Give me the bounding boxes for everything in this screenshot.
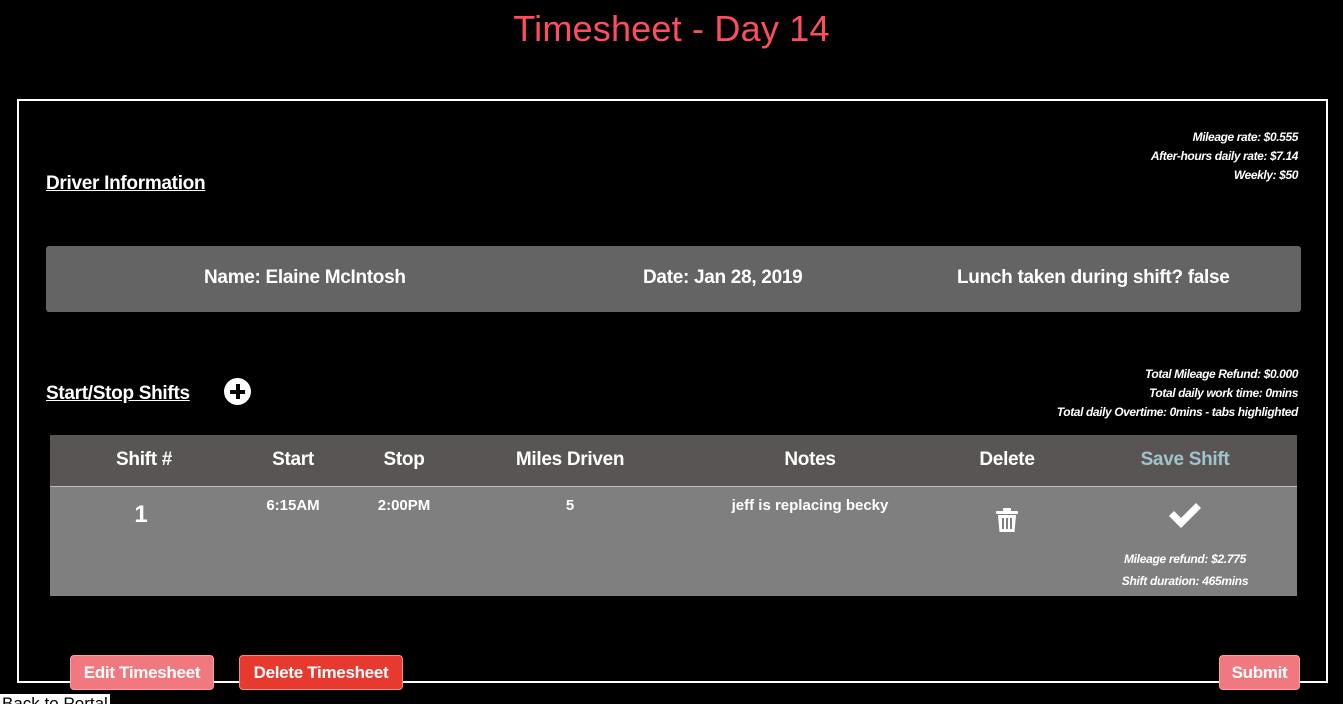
shifts-table: Shift # Start Stop Miles Driven Notes De… (50, 435, 1297, 596)
delete-timesheet-button[interactable]: Delete Timesheet (239, 655, 403, 690)
trash-icon[interactable] (995, 507, 1019, 533)
column-header-save-shift: Save Shift (1140, 449, 1230, 470)
total-work-time: Total daily work time: 0mins (1148, 386, 1298, 400)
column-header-stop: Stop (383, 449, 425, 470)
after-hours-rate: After-hours daily rate: $7.14 (1150, 149, 1299, 163)
shift-stop-time: 2:00PM (377, 497, 431, 514)
shift-mileage-refund: Mileage refund: $2.775 (1123, 552, 1247, 566)
column-header-start: Start (272, 449, 314, 470)
shift-start-time: 6:15AM (266, 497, 320, 514)
timesheet-date: Date: Jan 28, 2019 (643, 267, 803, 288)
driver-name: Name: Elaine McIntosh (204, 267, 406, 288)
shift-meta: Mileage refund: $2.775 Shift duration: 4… (1095, 548, 1275, 592)
driver-info-bar: Name: Elaine McIntosh Date: Jan 28, 2019… (46, 246, 1301, 312)
shift-number: 1 (134, 501, 148, 528)
column-header-delete: Delete (979, 449, 1035, 470)
rates-info: Mileage rate: $0.555 After-hours daily r… (1150, 128, 1299, 185)
lunch-status: Lunch taken during shift? false (957, 267, 1230, 288)
back-to-portal-link[interactable]: Back to Portal (0, 694, 110, 704)
weekly-rate: Weekly: $50 (1233, 168, 1298, 182)
page-title: Timesheet - Day 14 (513, 8, 830, 49)
total-overtime: Total daily Overtime: 0mins - tabs highl… (1056, 405, 1299, 419)
start-stop-shifts-heading: Start/Stop Shifts (46, 383, 190, 404)
shift-duration: Shift duration: 465mins (1121, 574, 1249, 588)
shift-totals: Total Mileage Refund: $0.000 Total daily… (1056, 365, 1299, 422)
plus-circle-icon[interactable] (224, 378, 251, 405)
driver-information-heading: Driver Information (46, 173, 206, 194)
checkmark-icon[interactable] (1167, 501, 1203, 529)
column-header-miles: Miles Driven (515, 449, 625, 470)
submit-button[interactable]: Submit (1219, 655, 1300, 690)
column-header-shift: Shift # (116, 449, 172, 470)
table-header: Shift # Start Stop Miles Driven Notes De… (50, 435, 1297, 487)
mileage-rate: Mileage rate: $0.555 (1192, 130, 1299, 144)
shift-notes: jeff is replacing becky (731, 497, 889, 514)
column-header-notes: Notes (784, 449, 836, 470)
timesheet-panel: Mileage rate: $0.555 After-hours daily r… (17, 99, 1328, 683)
shift-miles-driven: 5 (565, 497, 575, 514)
total-mileage-refund: Total Mileage Refund: $0.000 (1144, 367, 1298, 381)
edit-timesheet-button[interactable]: Edit Timesheet (70, 655, 214, 690)
